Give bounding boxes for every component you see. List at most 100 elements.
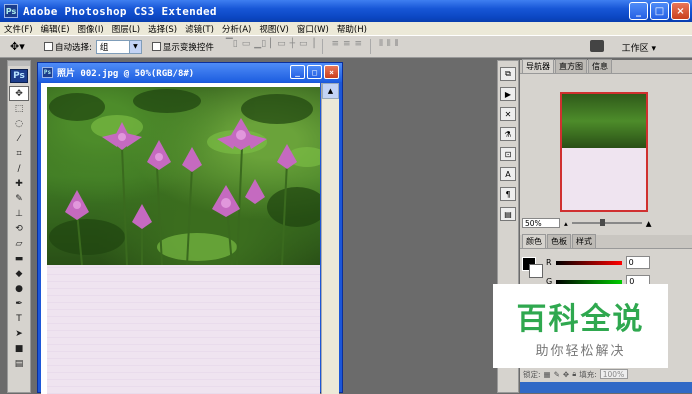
magic-wand-tool-icon[interactable]: ⁄ [9, 131, 29, 146]
align-buttons-group: ▔▯ ▭ ▁▯ ▏▭ ┼ ▭▕ ≡ ≡ ≡ ⫴ ⫴ ⫴ [226, 39, 399, 54]
show-transform-label: 显示变换控件 [162, 42, 214, 53]
tab-color[interactable]: 颜色 [522, 234, 546, 248]
eraser-tool-icon[interactable]: ▱ [9, 236, 29, 251]
history-panel-icon[interactable]: ⧉ [500, 67, 516, 81]
paragraph-panel-icon[interactable]: ¶ [500, 187, 516, 201]
notes-tool-icon[interactable]: ▤ [9, 356, 29, 371]
tab-navigator[interactable]: 导航器 [522, 59, 554, 73]
doc-minimize-button[interactable]: _ [290, 65, 305, 79]
navigator-thumbnail[interactable] [560, 92, 648, 212]
zoom-slider[interactable] [571, 219, 642, 226]
menu-image[interactable]: 图像(I) [74, 23, 108, 35]
document-vertical-scrollbar[interactable]: ▲ [321, 83, 339, 394]
fill-field[interactable]: 100% [599, 369, 628, 379]
toolbox-grip[interactable] [8, 61, 30, 66]
tab-info[interactable]: 信息 [588, 59, 612, 73]
doc-close-button[interactable]: × [324, 65, 339, 79]
zoom-field[interactable]: 50% [522, 218, 560, 228]
pen-tool-icon[interactable]: ✒ [9, 296, 29, 311]
show-transform-checkbox[interactable] [151, 42, 161, 51]
menu-select[interactable]: 选择(S) [144, 23, 181, 35]
align-vcenter-icon[interactable]: ▭ [242, 39, 251, 54]
slice-tool-icon[interactable]: ∕ [9, 161, 29, 176]
move-tool-icon[interactable]: ✥ [9, 86, 29, 101]
fill-label: 填充: [579, 369, 597, 379]
background-color-swatch[interactable] [529, 264, 543, 278]
r-label: R [546, 258, 552, 267]
document-canvas[interactable] [41, 83, 320, 394]
auto-select-dropdown[interactable]: 组 ▼ [95, 39, 142, 54]
maximize-button[interactable]: □ [650, 2, 669, 20]
auto-select-checkbox[interactable] [44, 42, 53, 51]
color-panel-tabs: 颜色 色板 样式 [520, 234, 692, 249]
menu-bar: 文件(F) 编辑(E) 图像(I) 图层(L) 选择(S) 滤镜(T) 分析(A… [0, 22, 692, 35]
ps-logo[interactable]: Ps [10, 69, 28, 83]
lock-position-icon[interactable]: ✥ [563, 370, 569, 379]
menu-view[interactable]: 视图(V) [255, 23, 292, 35]
scroll-up-arrow-icon[interactable]: ▲ [322, 83, 339, 99]
distribute-right-icon[interactable]: ⫴ [395, 39, 399, 54]
shape-tool-icon[interactable]: ■ [9, 341, 29, 356]
menu-analysis[interactable]: 分析(A) [218, 23, 255, 35]
tab-swatches[interactable]: 色板 [547, 234, 571, 248]
lasso-tool-icon[interactable]: ◌ [9, 116, 29, 131]
align-right-icon[interactable]: ▭▕ [299, 39, 314, 54]
bridge-icon[interactable] [590, 40, 604, 52]
distribute-vcenter-icon[interactable]: ≡ [343, 39, 351, 54]
green-slider[interactable] [556, 279, 623, 284]
zoom-out-icon[interactable]: ▴ [564, 219, 568, 228]
history-brush-icon[interactable]: ⟲ [9, 221, 29, 236]
menu-filter[interactable]: 滤镜(T) [181, 23, 218, 35]
tool-presets-icon[interactable]: ✕ [500, 107, 516, 121]
menu-window[interactable]: 窗口(W) [293, 23, 333, 35]
align-top-icon[interactable]: ▔▯ [226, 39, 238, 54]
zoom-slider-knob[interactable] [599, 219, 605, 226]
align-hcenter-icon[interactable]: ┼ [290, 39, 295, 54]
menu-edit[interactable]: 编辑(E) [37, 23, 74, 35]
brush-tool-icon[interactable]: ✎ [9, 191, 29, 206]
lotus-flowers-image [49, 89, 320, 266]
red-slider[interactable] [555, 260, 622, 265]
marquee-tool-icon[interactable]: ⬚ [9, 101, 29, 116]
zoom-in-icon[interactable]: ▲ [646, 219, 652, 228]
distribute-top-icon[interactable]: ≡ [331, 39, 339, 54]
distribute-bottom-icon[interactable]: ≡ [355, 39, 363, 54]
type-tool-icon[interactable]: T [9, 311, 29, 326]
lock-pixels-icon[interactable]: ✎ [554, 370, 560, 379]
close-button[interactable]: × [671, 2, 690, 20]
selected-layer-row[interactable] [520, 382, 692, 393]
clone-stamp-icon[interactable]: ⊥ [9, 206, 29, 221]
align-bottom-icon[interactable]: ▁▯ [254, 39, 266, 54]
brushes-panel-icon[interactable]: ⚗ [500, 127, 516, 141]
menu-file[interactable]: 文件(F) [0, 23, 37, 35]
lock-label: 锁定: [523, 369, 541, 379]
minimize-button[interactable]: _ [629, 2, 648, 20]
document-title-bar[interactable]: Ps 照片 002.jpg @ 50%(RGB/8#) _ □ × [38, 63, 342, 82]
menu-help[interactable]: 帮助(H) [333, 23, 371, 35]
red-value-field[interactable]: 0 [625, 256, 650, 269]
menu-layer[interactable]: 图层(L) [108, 23, 144, 35]
character-panel-icon[interactable]: A [500, 167, 516, 181]
distribute-hcenter-icon[interactable]: ⫴ [387, 39, 391, 54]
clone-source-icon[interactable]: ⊡ [500, 147, 516, 161]
lock-all-icon[interactable]: 🔒︎ [572, 369, 576, 379]
move-tool-preset-icon[interactable]: ✥▾ [10, 39, 34, 55]
actions-panel-icon[interactable]: ▶ [500, 87, 516, 101]
gradient-tool-icon[interactable]: ▬ [9, 251, 29, 266]
distribute-left-icon[interactable]: ⫴ [379, 39, 383, 54]
layer-comps-icon[interactable]: ▤ [500, 207, 516, 221]
doc-maximize-button[interactable]: □ [307, 65, 322, 79]
align-left-icon[interactable]: ▏▭ [270, 39, 285, 54]
app-title-bar: Ps Adobe Photoshop CS3 Extended _ □ × [0, 0, 692, 22]
ps-app-icon: Ps [4, 4, 18, 18]
crop-tool-icon[interactable]: ⌗ [9, 146, 29, 161]
dodge-tool-icon[interactable]: ● [9, 281, 29, 296]
lock-transparency-icon[interactable]: ▦ [544, 370, 551, 379]
divider [322, 39, 324, 54]
blur-tool-icon[interactable]: ◆ [9, 266, 29, 281]
tab-styles[interactable]: 样式 [572, 234, 596, 248]
tab-histogram[interactable]: 直方图 [555, 59, 587, 73]
healing-brush-icon[interactable]: ✚ [9, 176, 29, 191]
workspace-menu[interactable]: 工作区 ▾ [622, 41, 656, 54]
path-select-tool-icon[interactable]: ➤ [9, 326, 29, 341]
